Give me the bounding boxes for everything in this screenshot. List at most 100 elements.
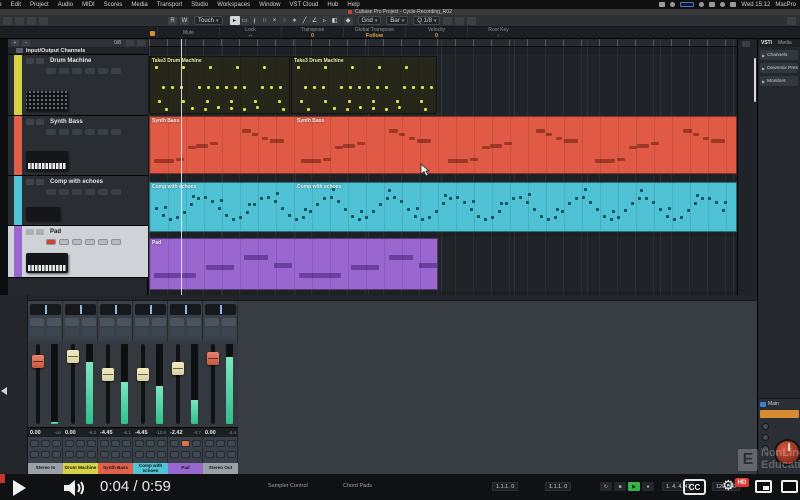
menu-scores[interactable]: Scores — [104, 2, 123, 8]
menu-window[interactable]: Window — [259, 2, 280, 8]
pan-control[interactable] — [170, 304, 201, 315]
strip-button[interactable] — [87, 440, 96, 447]
mute-button[interactable] — [205, 318, 219, 326]
rightzone-section-downmix-presets[interactable]: ▶Downmix Presets — [760, 63, 798, 73]
track-control-button[interactable] — [72, 239, 82, 245]
strip-button[interactable] — [170, 451, 179, 458]
control-room-main-tab[interactable]: Main — [758, 399, 800, 409]
menu-audio[interactable]: Audio — [58, 2, 73, 8]
fader-value[interactable]: 0.00 — [30, 430, 41, 436]
listen-button[interactable] — [170, 328, 184, 336]
strip-button[interactable] — [52, 440, 61, 447]
strip-button[interactable] — [227, 451, 236, 458]
battery-indicator[interactable] — [680, 2, 694, 7]
menu-vst-cloud[interactable]: VST Cloud — [289, 2, 318, 8]
menu-workspaces[interactable]: Workspaces — [217, 2, 250, 8]
edit-button[interactable] — [82, 328, 96, 336]
player-settings-gear-icon[interactable]: ⚙ — [722, 477, 735, 494]
history-button[interactable] — [39, 17, 48, 25]
strip-button[interactable] — [111, 440, 120, 447]
object-select-tool[interactable]: ▸ — [230, 16, 240, 25]
volume-icon[interactable] — [62, 478, 88, 498]
infoline-value[interactable]: Follow — [366, 33, 383, 39]
draw-tool[interactable]: ╱ — [300, 16, 310, 25]
track-record-enable-button[interactable] — [46, 68, 56, 74]
zoom-tool[interactable]: ◌ — [280, 16, 290, 25]
dim-button[interactable] — [762, 423, 769, 430]
edit-button[interactable] — [117, 328, 131, 336]
track-row-pad[interactable]: Pad — [8, 226, 148, 278]
channel-name-tab[interactable]: Pad — [168, 463, 203, 474]
mute-button[interactable] — [170, 318, 184, 326]
mute-button[interactable] — [135, 318, 149, 326]
io-channels-row[interactable]: Input/Output Channels — [8, 47, 148, 55]
infoline-value[interactable]: 0 — [435, 33, 438, 39]
menu-project[interactable]: Project — [30, 2, 49, 8]
channel-name-tab[interactable]: Comp with echoes — [133, 463, 168, 474]
closed-captions-button[interactable]: CC — [683, 479, 706, 495]
play-tool[interactable]: ▹ — [320, 16, 330, 25]
channel-name-tab[interactable]: Stereo In — [28, 463, 63, 474]
clip-drum-0[interactable]: Take3 Drum Machine — [149, 56, 290, 114]
track-mute-button[interactable] — [26, 179, 34, 185]
infoline-field-root-key[interactable]: Root Key- — [467, 27, 529, 38]
strip-button[interactable] — [216, 451, 225, 458]
quantize-dropdown[interactable]: Q 1/8▾ — [413, 16, 440, 25]
clip-pad-4[interactable]: Pad — [149, 238, 438, 290]
infoline-field-velocity[interactable]: Velocity0 — [405, 27, 467, 38]
listen-button[interactable] — [205, 328, 219, 336]
rightzone-section-channels[interactable]: ▶Channels — [760, 50, 798, 60]
strip-button[interactable] — [100, 440, 109, 447]
strip-button[interactable] — [76, 451, 85, 458]
strip-button[interactable] — [76, 440, 85, 447]
menu-file[interactable]: File — [0, 2, 2, 8]
track-row-comp-with-echoes[interactable]: Comp with echoes — [8, 176, 148, 226]
notification-icon[interactable] — [720, 2, 725, 7]
menu-studio[interactable]: Studio — [191, 2, 208, 8]
activate-project-button[interactable] — [3, 17, 12, 25]
strip-button[interactable] — [205, 440, 214, 447]
infoline-field-lock[interactable]: Lock-- — [219, 27, 281, 38]
rightzone-tab-media[interactable]: Media — [778, 40, 792, 46]
strip-button[interactable] — [192, 451, 201, 458]
track-mute-button[interactable] — [26, 58, 34, 64]
listen-button[interactable] — [30, 328, 44, 336]
menu-midi[interactable]: MIDI — [82, 2, 95, 8]
track-control-button[interactable] — [111, 189, 121, 195]
menu-edit[interactable]: Edit — [11, 2, 21, 8]
strip-button[interactable] — [100, 451, 109, 458]
pan-control[interactable] — [205, 304, 236, 315]
track-control-button[interactable] — [72, 189, 82, 195]
track-row-synth-bass[interactable]: Synth Bass — [8, 116, 148, 176]
listen-button[interactable] — [135, 328, 149, 336]
automation-read-button[interactable]: R — [168, 17, 177, 25]
track-control-button[interactable] — [59, 189, 69, 195]
split-tool[interactable]: ∤ — [250, 16, 260, 25]
solo-button[interactable] — [47, 318, 61, 326]
menu-transport[interactable]: Transport — [157, 2, 182, 8]
bluetooth-icon[interactable] — [699, 2, 704, 7]
strip-button[interactable] — [41, 440, 50, 447]
track-row-drum-machine[interactable]: Drum Machine — [8, 55, 148, 116]
project-cursor[interactable] — [181, 39, 182, 295]
reference-level-button[interactable] — [762, 434, 769, 441]
fader-cap[interactable] — [67, 350, 79, 363]
shield-icon[interactable] — [670, 2, 675, 7]
strip-button[interactable] — [30, 440, 39, 447]
clip-comp-3[interactable]: Comp with echoesComp with echoes — [149, 182, 737, 232]
track-control-button[interactable] — [59, 239, 69, 245]
wifi-icon[interactable] — [709, 2, 715, 7]
add-track-button[interactable]: + — [11, 40, 19, 46]
audio-alignment-button[interactable] — [455, 17, 464, 25]
mute-button[interactable] — [65, 318, 79, 326]
strip-button[interactable] — [135, 451, 144, 458]
erase-tool[interactable]: × — [270, 16, 280, 25]
track-control-button[interactable] — [111, 129, 121, 135]
spotlight-icon[interactable] — [730, 2, 736, 7]
setup-toolbar-button[interactable] — [15, 17, 24, 25]
line-tool[interactable]: ∠ — [310, 16, 320, 25]
fader-value[interactable]: -2.42 — [170, 430, 183, 436]
edit-button[interactable] — [187, 328, 201, 336]
vertical-scrollbar[interactable] — [754, 58, 756, 102]
fader-value[interactable]: 0.00 — [205, 430, 216, 436]
